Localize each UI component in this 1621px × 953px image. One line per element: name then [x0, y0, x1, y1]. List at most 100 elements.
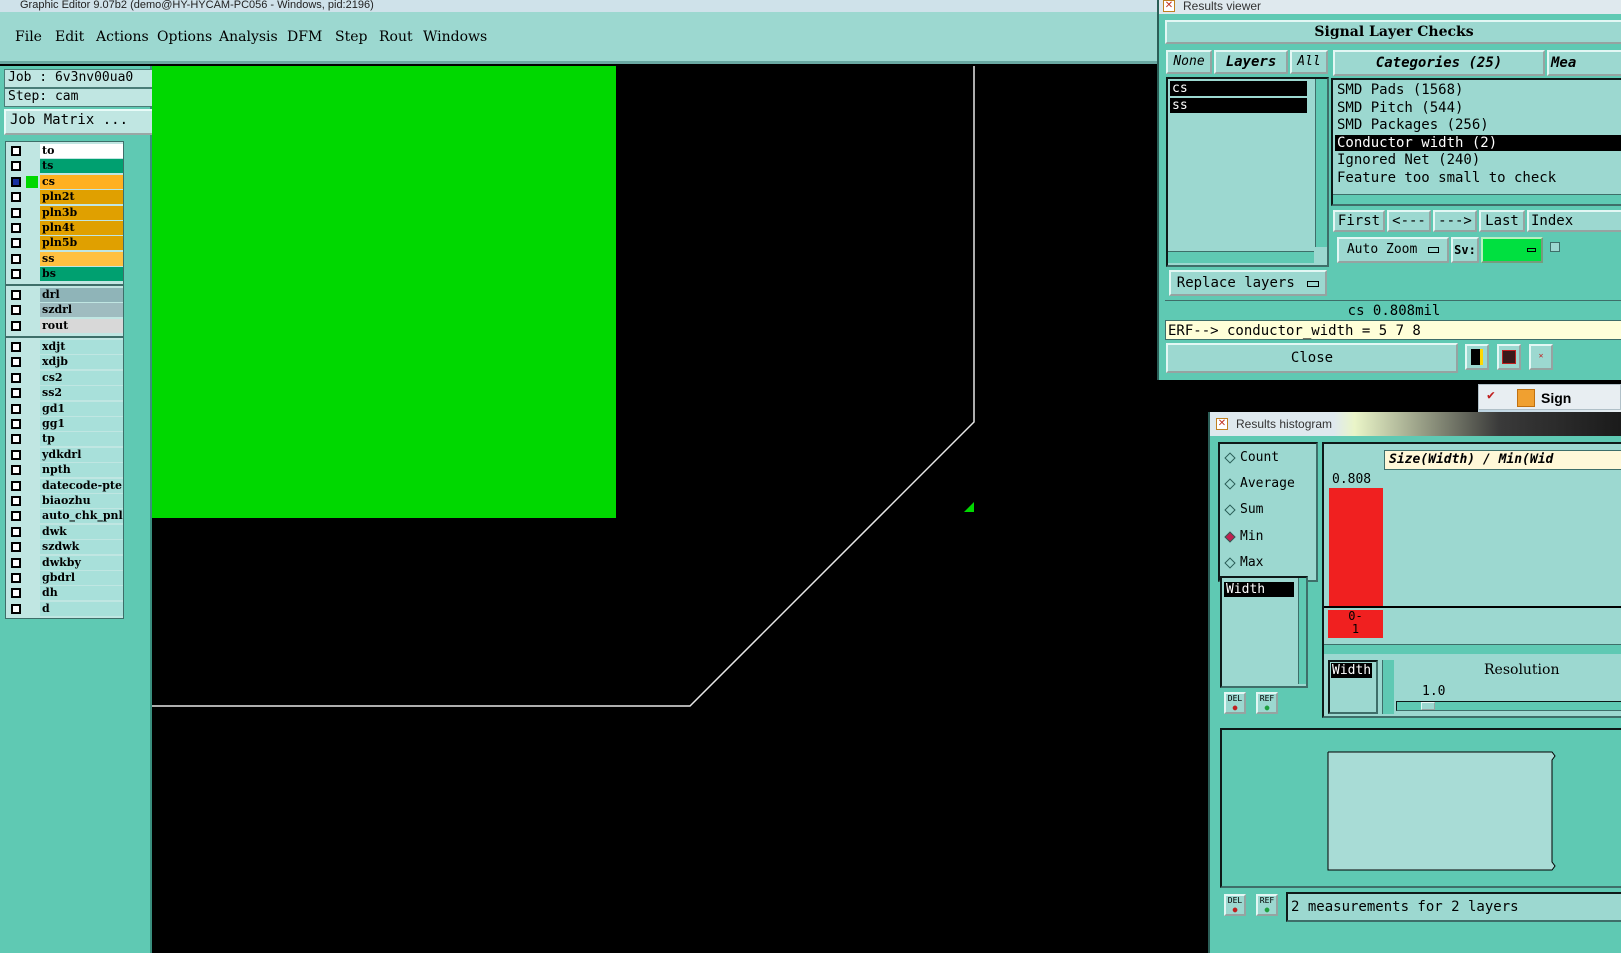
layer-name[interactable]: pln5b: [40, 236, 123, 251]
layer-name[interactable]: ss: [40, 251, 123, 266]
del-icon[interactable]: DEL ●: [1224, 692, 1246, 714]
layer-row-gd1[interactable]: gd1: [6, 401, 123, 416]
auto-zoom-button[interactable]: Auto Zoom: [1337, 237, 1449, 263]
category-list[interactable]: SMD Pads (1568) SMD Pitch (544) SMD Packag…: [1331, 78, 1621, 206]
all-button[interactable]: All: [1290, 50, 1328, 74]
layer-name[interactable]: gbdrl: [40, 571, 123, 585]
export-icon[interactable]: [1497, 344, 1521, 370]
attribute-list[interactable]: Width: [1220, 576, 1308, 688]
last-button[interactable]: Last: [1479, 210, 1525, 232]
menu-options[interactable]: Options: [157, 29, 212, 45]
layer-checkbox[interactable]: [11, 223, 21, 233]
layer-name[interactable]: tp: [40, 432, 123, 447]
job-matrix-button[interactable]: Job Matrix ...: [4, 109, 154, 135]
layer-checkbox[interactable]: [11, 603, 21, 614]
layer-name[interactable]: gd1: [40, 401, 123, 416]
layer-row-pln3b[interactable]: pln3b: [6, 205, 123, 220]
layer-name[interactable]: pln3b: [40, 205, 123, 220]
ref-icon[interactable]: REF ●: [1256, 692, 1278, 714]
none-button[interactable]: None: [1166, 50, 1212, 74]
attribute-item[interactable]: Width: [1224, 582, 1294, 597]
category-item[interactable]: Feature too small to check: [1335, 170, 1621, 186]
menu-actions[interactable]: Actions: [96, 29, 149, 45]
graphic-canvas[interactable]: [152, 66, 1210, 953]
layer-row-pln2t[interactable]: pln2t: [6, 190, 123, 205]
layer-name[interactable]: auto_chk_pnl: [40, 509, 123, 524]
layer-row-drl[interactable]: drl: [6, 288, 123, 302]
histogram-bar[interactable]: [1329, 488, 1383, 606]
layer-checkbox[interactable]: [11, 146, 21, 156]
layer-row-gg1[interactable]: gg1: [6, 417, 123, 431]
layer-list-hscrollbar[interactable]: [1168, 251, 1314, 263]
layer-name[interactable]: cs2: [40, 370, 123, 385]
close-icon[interactable]: ✕: [1216, 418, 1228, 430]
layer-row-ss[interactable]: ss: [6, 251, 123, 266]
layer-checkbox[interactable]: [11, 388, 21, 399]
attribute-scrollbar[interactable]: [1298, 578, 1306, 684]
layer-row-cs2[interactable]: cs2: [6, 370, 123, 385]
index-button[interactable]: Index: [1527, 210, 1621, 232]
close-icon[interactable]: ✕: [1163, 0, 1175, 12]
side-list-item[interactable]: ✔ Sign: [1478, 384, 1621, 410]
layer-name[interactable]: to: [40, 144, 123, 158]
layer-row-cs[interactable]: cs: [6, 174, 123, 189]
layer-row-pln5b[interactable]: pln5b: [6, 236, 123, 251]
layer-checkbox[interactable]: [11, 253, 21, 264]
layer-name[interactable]: ts: [40, 159, 123, 174]
category-item[interactable]: Ignored Net (240): [1335, 152, 1621, 168]
layer-checkbox[interactable]: [11, 161, 21, 172]
resolution-slider[interactable]: [1396, 701, 1621, 711]
layer-name[interactable]: datecode-pte: [40, 478, 123, 493]
categories-button[interactable]: Categories (25): [1333, 50, 1545, 76]
ref-delete-icon[interactable]: ✕: [1529, 344, 1553, 370]
layer-checkbox[interactable]: [11, 238, 21, 249]
category-item[interactable]: Conductor width (2): [1335, 134, 1621, 151]
layer-name[interactable]: szdwk: [40, 540, 123, 555]
layer-name[interactable]: dh: [40, 586, 123, 601]
layer-checkbox[interactable]: [11, 588, 21, 599]
layer-checkbox[interactable]: [11, 372, 21, 383]
measure-button[interactable]: Mea: [1547, 50, 1621, 76]
layer-checkbox[interactable]: [11, 269, 21, 280]
layer-name[interactable]: cs: [40, 174, 123, 189]
layer-checkbox[interactable]: [11, 320, 21, 331]
layer-row-datecode-pte[interactable]: datecode-pte: [6, 478, 123, 493]
layer-row-xdjt[interactable]: xdjt: [6, 340, 123, 354]
layer-checkbox[interactable]: [11, 480, 21, 491]
layer-list[interactable]: cs ss: [1166, 77, 1329, 267]
mode-radio-count[interactable]: Count: [1224, 450, 1279, 465]
layer-checkbox[interactable]: [11, 192, 21, 203]
layer-row-xdjb[interactable]: xdjb: [6, 355, 123, 370]
layer-checkbox[interactable]: [11, 511, 21, 522]
layer-name[interactable]: drl: [40, 288, 123, 302]
next-button[interactable]: --->: [1433, 210, 1477, 232]
layer-name[interactable]: npth: [40, 463, 123, 478]
menu-dfm[interactable]: DFM: [287, 29, 322, 45]
layer-list-scrollbar[interactable]: [1315, 79, 1327, 247]
menu-analysis[interactable]: Analysis: [219, 29, 278, 45]
layer-row-ydkdrl[interactable]: ydkdrl: [6, 447, 123, 462]
category-item[interactable]: SMD Pitch (544): [1335, 100, 1621, 116]
category-hscrollbar[interactable]: [1333, 194, 1621, 204]
layer-checkbox[interactable]: [11, 357, 21, 368]
layer-row-dwk[interactable]: dwk: [6, 524, 123, 539]
menu-windows[interactable]: Windows: [423, 29, 487, 45]
layer-row-dh[interactable]: dh: [6, 586, 123, 601]
layer-row-bs[interactable]: bs: [6, 267, 123, 282]
layer-name[interactable]: rout: [40, 318, 123, 333]
layer-name[interactable]: ss2: [40, 386, 123, 401]
category-item[interactable]: SMD Packages (256): [1335, 117, 1621, 133]
layer-checkbox[interactable]: [11, 403, 21, 414]
layer-checkbox[interactable]: [11, 573, 21, 583]
attribute-selector[interactable]: Width: [1328, 660, 1378, 714]
layer-checkbox[interactable]: [11, 557, 21, 568]
layer-row-ts[interactable]: ts: [6, 159, 123, 174]
layer-row-biaozhu[interactable]: biaozhu: [6, 494, 123, 508]
layer-name[interactable]: d: [40, 601, 123, 616]
layer-checkbox[interactable]: [11, 419, 21, 429]
layer-checkbox[interactable]: [11, 465, 21, 476]
layer-name[interactable]: xdjb: [40, 355, 123, 370]
category-item[interactable]: SMD Pads (1568): [1335, 82, 1621, 98]
layer-checkbox[interactable]: [11, 207, 21, 218]
mode-radio-average[interactable]: Average: [1224, 476, 1295, 491]
